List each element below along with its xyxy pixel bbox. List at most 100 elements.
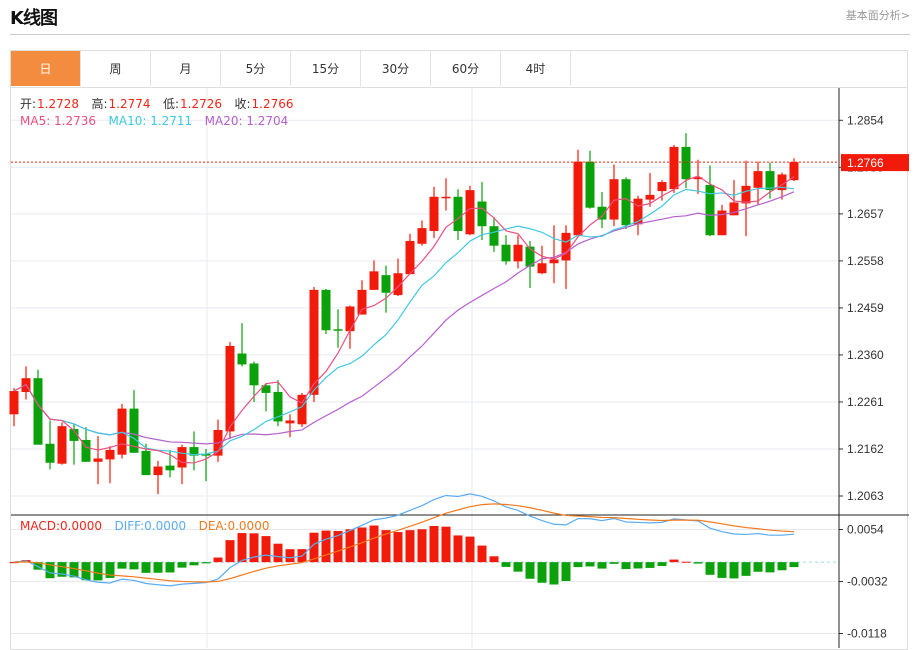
dea-value: DEA:0.0000 — [198, 519, 270, 533]
ohlc-info: 开:1.2728 高:1.2774 低:1.2726 收:1.2766 — [20, 95, 295, 112]
macd-bar — [609, 562, 619, 564]
price-tick-label: 1.2558 — [847, 254, 884, 268]
candle-body — [9, 391, 19, 415]
candle-body — [621, 179, 631, 226]
candle-body — [681, 146, 691, 180]
macd-bar — [285, 549, 295, 563]
candle-body — [645, 194, 655, 200]
macd-bar — [561, 562, 571, 582]
macd-bar — [681, 561, 691, 563]
macd-bar — [693, 562, 703, 564]
macd-tick-label: 0.0054 — [847, 523, 884, 537]
macd-bar — [477, 545, 487, 563]
candle-body — [177, 447, 187, 468]
macd-bar — [729, 562, 739, 579]
candle-body — [453, 196, 463, 231]
close-value: 1.2766 — [251, 97, 294, 111]
macd-bar — [273, 543, 283, 563]
price-tick-label: 1.2657 — [847, 207, 884, 221]
macd-bar — [501, 562, 511, 567]
macd-bar — [177, 562, 187, 568]
open-label: 开: — [20, 97, 37, 111]
macd-bar — [117, 562, 127, 569]
price-tick-label: 1.2459 — [847, 301, 884, 315]
macd-bar — [429, 525, 439, 563]
candle-body — [33, 378, 43, 445]
macd-bar — [597, 562, 607, 569]
macd-bar — [441, 526, 451, 563]
macd-bar — [645, 562, 655, 568]
candle-body — [669, 146, 679, 190]
price-tick-label: 1.2261 — [847, 395, 884, 409]
open-value: 1.2728 — [37, 97, 80, 111]
candle-body — [345, 306, 355, 332]
macd-bar — [129, 562, 139, 570]
candle-body — [369, 271, 379, 290]
candle-body — [765, 171, 775, 191]
candle-body — [465, 190, 475, 235]
candle-body — [549, 259, 559, 264]
candle-body — [513, 244, 523, 262]
macd-bar — [765, 562, 775, 573]
candle-body — [237, 353, 247, 365]
high-value: 1.2774 — [108, 97, 151, 111]
macd-bar — [189, 562, 199, 566]
candle-body — [441, 196, 451, 199]
low-value: 1.2726 — [180, 97, 223, 111]
candle-body — [585, 161, 595, 208]
macd-bar — [213, 557, 223, 563]
ma-info: MA5: 1.2736 MA10: 1.2711 MA20: 1.2704 — [20, 114, 289, 128]
candle-body — [657, 182, 667, 192]
candle-body — [741, 185, 751, 204]
macd-bar — [141, 562, 151, 573]
macd-bar — [789, 562, 799, 568]
candle-body — [45, 443, 55, 463]
candle-body — [501, 244, 511, 262]
candle-body — [429, 196, 439, 231]
macd-bar — [201, 562, 211, 564]
macd-bar — [261, 536, 271, 563]
macd-bar — [513, 562, 523, 572]
candle-body — [753, 171, 763, 188]
candle-body — [477, 201, 487, 227]
macd-bar — [165, 562, 175, 573]
candle-body — [93, 458, 103, 462]
macd-bar — [669, 559, 679, 563]
macd-bar — [585, 562, 595, 567]
candle-body — [57, 426, 67, 464]
candle-body — [357, 289, 367, 315]
macd-bar — [489, 556, 499, 563]
current-price-label: 1.2766 — [847, 156, 884, 170]
macd-bar — [153, 562, 163, 573]
candle-body — [141, 450, 151, 476]
macd-bar — [537, 562, 547, 583]
ma20-line — [13, 191, 795, 445]
macd-bar — [525, 562, 535, 579]
diff-value: DIFF:0.0000 — [114, 519, 187, 533]
macd-tick-label: -0.0032 — [847, 575, 888, 589]
macd-bar — [549, 562, 559, 585]
candle-body — [153, 466, 163, 476]
candle-body — [225, 345, 235, 432]
ma20-value: MA20: 1.2704 — [204, 114, 289, 128]
price-tick-label: 1.2854 — [847, 113, 884, 127]
candle-body — [285, 420, 295, 424]
candle-body — [489, 226, 499, 246]
candle-body — [537, 263, 547, 274]
candle-body — [597, 206, 607, 220]
macd-bar — [357, 527, 367, 563]
macd-bar — [405, 530, 415, 563]
candle-body — [417, 228, 427, 244]
macd-bar — [453, 535, 463, 563]
candle-body — [165, 465, 175, 471]
price-tick-label: 1.2162 — [847, 442, 884, 456]
macd-bar — [753, 562, 763, 572]
macd-bar — [93, 562, 103, 581]
candle-body — [297, 394, 307, 425]
macd-bar — [633, 562, 643, 569]
candle-body — [573, 161, 583, 236]
high-label: 高: — [91, 97, 108, 111]
macd-bar — [321, 530, 331, 563]
candle-body — [561, 232, 571, 261]
macd-bar — [393, 532, 403, 563]
